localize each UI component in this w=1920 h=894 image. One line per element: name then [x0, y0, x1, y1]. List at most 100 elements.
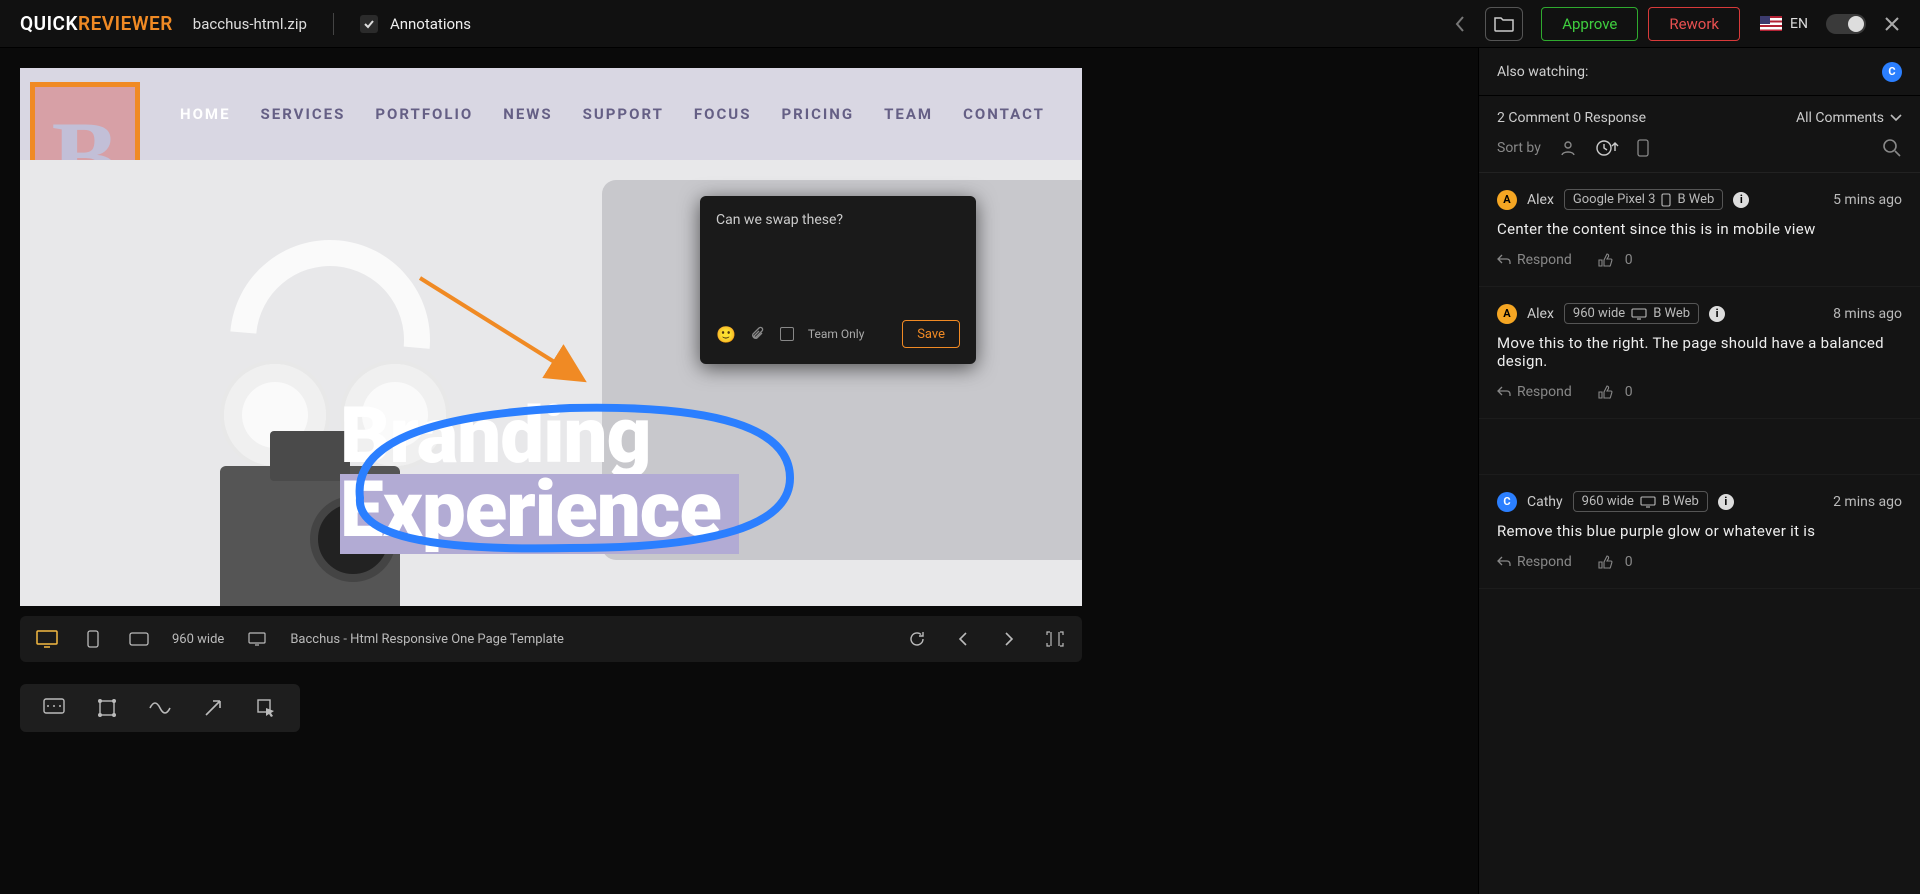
team-only-checkbox[interactable] — [780, 327, 794, 341]
wave-icon — [149, 701, 171, 715]
info-icon[interactable]: i — [1733, 192, 1749, 208]
prev-button[interactable] — [950, 631, 976, 647]
top-bar: QUICKREVIEWER bacchus-html.zip Annotatio… — [0, 0, 1920, 48]
hero-heading: Branding Experience — [340, 400, 739, 554]
comment-user: Cathy — [1527, 494, 1563, 510]
comment-item[interactable]: A Alex 960 wide B Web i 8 mins ago Move … — [1479, 287, 1920, 419]
nav-services[interactable]: SERVICES — [261, 105, 346, 123]
comment-user: Alex — [1527, 306, 1554, 322]
reply-icon — [1497, 254, 1511, 266]
arrow-tool[interactable] — [193, 688, 233, 728]
select-tool[interactable] — [246, 688, 286, 728]
watcher-avatar[interactable]: C — [1882, 62, 1902, 82]
thumbs-up-icon — [1598, 385, 1613, 400]
reply-icon — [1497, 386, 1511, 398]
nav-support[interactable]: SUPPORT — [583, 105, 664, 123]
like-count: 0 — [1625, 554, 1633, 570]
viewport-width-label: 960 wide — [172, 632, 224, 647]
dark-mode-toggle[interactable] — [1826, 14, 1866, 34]
freehand-tool[interactable] — [140, 688, 180, 728]
device-chip: 960 wide B Web — [1573, 491, 1708, 512]
comment-filter[interactable]: All Comments — [1796, 110, 1902, 126]
summary-row: 2 Comment 0 Response All Comments — [1479, 96, 1920, 130]
back-button[interactable] — [1453, 14, 1467, 34]
mobile-view-button[interactable] — [80, 630, 106, 648]
sort-row: Sort by — [1479, 130, 1920, 173]
watching-label: Also watching: — [1497, 64, 1588, 80]
annotations-label: Annotations — [390, 15, 471, 33]
cursor-box-icon — [256, 698, 276, 718]
user-icon — [1559, 139, 1577, 157]
nav-focus[interactable]: FOCUS — [694, 105, 752, 123]
comment-item[interactable]: A Alex Google Pixel 3 B Web i 5 mins ago… — [1479, 173, 1920, 287]
comment-icon — [43, 698, 65, 718]
check-icon — [363, 18, 375, 30]
chevron-right-icon — [1003, 631, 1015, 647]
respond-button[interactable]: Respond — [1497, 252, 1572, 268]
app-logo: QUICKREVIEWER — [20, 12, 173, 35]
comment-popup: 🙂 Team Only Save — [700, 196, 976, 364]
search-button[interactable] — [1882, 138, 1902, 158]
like-button[interactable] — [1598, 555, 1613, 570]
rect-tool[interactable] — [87, 688, 127, 728]
chevron-left-icon — [957, 631, 969, 647]
comment-time: 2 mins ago — [1833, 494, 1902, 510]
monitor-icon — [36, 630, 58, 648]
nav-contact[interactable]: CONTACT — [963, 105, 1045, 123]
scan-icon — [1045, 630, 1065, 648]
comment-item[interactable]: C Cathy 960 wide B Web i 2 mins ago Remo… — [1479, 475, 1920, 589]
team-only-label: Team Only — [808, 327, 864, 341]
nav-news[interactable]: NEWS — [503, 105, 552, 123]
nav-team[interactable]: TEAM — [884, 105, 933, 123]
sort-device-button[interactable] — [1637, 139, 1649, 157]
comment-tool[interactable] — [34, 688, 74, 728]
annotation-toolbar — [20, 684, 300, 732]
comment-body: Center the content since this is in mobi… — [1497, 220, 1902, 238]
page-title: Bacchus - Html Responsive One Page Templ… — [290, 632, 564, 647]
attach-button[interactable] — [750, 326, 766, 342]
canvas[interactable]: HOME SERVICES PORTFOLIO NEWS SUPPORT FOC… — [20, 68, 1082, 606]
respond-button[interactable]: Respond — [1497, 554, 1572, 570]
info-icon[interactable]: i — [1718, 494, 1734, 510]
file-name: bacchus-html.zip — [193, 15, 307, 33]
rework-button[interactable]: Rework — [1648, 7, 1740, 41]
sort-user-button[interactable] — [1559, 139, 1577, 157]
like-button[interactable] — [1598, 385, 1613, 400]
nav-home[interactable]: HOME — [180, 105, 231, 123]
divider — [333, 13, 334, 35]
close-button[interactable] — [1884, 16, 1900, 32]
clock-icon — [1595, 139, 1619, 157]
comment-input[interactable] — [716, 212, 960, 312]
like-button[interactable] — [1598, 253, 1613, 268]
approve-button[interactable]: Approve — [1541, 7, 1638, 41]
annotations-checkbox[interactable] — [360, 15, 378, 33]
comment-user: Alex — [1527, 192, 1554, 208]
sort-time-button[interactable] — [1595, 139, 1619, 157]
fullscreen-button[interactable] — [1042, 630, 1068, 648]
folder-button[interactable] — [1485, 7, 1523, 41]
language-label[interactable]: EN — [1790, 16, 1808, 32]
nav-pricing[interactable]: PRICING — [781, 105, 854, 123]
like-count: 0 — [1625, 384, 1633, 400]
desktop-view-button[interactable] — [34, 630, 60, 648]
tablet-icon — [129, 632, 149, 646]
avatar: C — [1497, 492, 1517, 512]
mobile-icon — [1661, 193, 1671, 207]
device-chip: Google Pixel 3 B Web — [1564, 189, 1723, 210]
avatar: A — [1497, 304, 1517, 324]
info-icon[interactable]: i — [1709, 306, 1725, 322]
refresh-button[interactable] — [904, 630, 930, 648]
emoji-button[interactable]: 🙂 — [716, 325, 736, 344]
comment-count: 2 Comment 0 Response — [1497, 110, 1646, 126]
nav-portfolio[interactable]: PORTFOLIO — [375, 105, 473, 123]
avatar: A — [1497, 190, 1517, 210]
respond-button[interactable]: Respond — [1497, 384, 1572, 400]
comments-list: A Alex Google Pixel 3 B Web i 5 mins ago… — [1479, 173, 1920, 894]
arrow-icon — [203, 698, 223, 718]
next-button[interactable] — [996, 631, 1022, 647]
rectangle-icon — [97, 698, 117, 718]
tablet-view-button[interactable] — [126, 632, 152, 646]
like-count: 0 — [1625, 252, 1633, 268]
reply-icon — [1497, 556, 1511, 568]
save-button[interactable]: Save — [902, 320, 960, 348]
